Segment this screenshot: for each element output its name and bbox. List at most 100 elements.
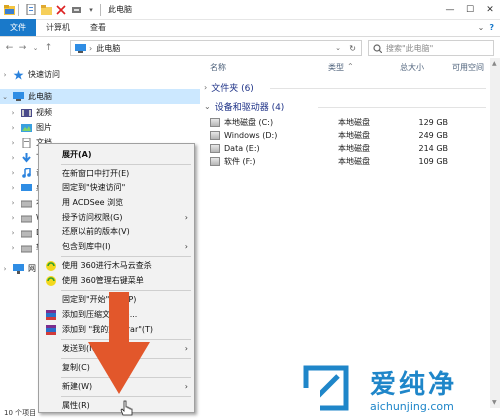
video-folder-icon xyxy=(21,108,32,117)
submenu-arrow-icon: › xyxy=(184,344,188,353)
computer-icon xyxy=(75,43,86,53)
ribbon-right-controls: ⌄ ? xyxy=(478,23,494,32)
menu-item-expand[interactable]: 展开(A) xyxy=(39,147,194,162)
chevron-down-icon[interactable]: ⌄ xyxy=(0,93,10,101)
tab-view[interactable]: 查看 xyxy=(80,19,116,36)
navigation-bar: ← → ⌄ ↑ › 此电脑 ⌄ ↻ 搜索"此电脑" xyxy=(0,38,500,58)
drive-type: 本地磁盘 xyxy=(338,143,370,153)
nav-item-quick-access[interactable]: › 快速访问 xyxy=(0,67,200,82)
drive-total: 249 GB xyxy=(418,130,449,140)
menu-item-properties[interactable]: 属性(R) xyxy=(39,398,194,413)
title-bar: ▾ 此电脑 — ☐ ✕ xyxy=(0,0,500,20)
search-icon xyxy=(373,43,382,53)
menu-item-360-manage[interactable]: 使用 360管理右键菜单 xyxy=(39,273,194,288)
drive-name: 软件 (F:) xyxy=(224,156,256,166)
watermark-url: aichunjing.com xyxy=(370,400,454,413)
menu-item-acdsee[interactable]: 用 ACDSee 浏览 xyxy=(39,195,194,210)
vertical-scrollbar[interactable]: ▲ ▼ xyxy=(490,58,500,408)
chevron-right-icon[interactable]: › xyxy=(8,229,18,237)
nav-item-this-pc[interactable]: ⌄ 此电脑 xyxy=(0,89,200,104)
scroll-up-icon[interactable]: ▲ xyxy=(492,60,497,67)
drive-type: 本地磁盘 xyxy=(338,117,370,127)
chevron-right-icon[interactable]: › xyxy=(8,214,18,222)
nav-label: 此电脑 xyxy=(28,92,52,101)
column-header-free[interactable]: 可用空间 xyxy=(452,62,484,76)
tab-file[interactable]: 文件 xyxy=(0,19,36,36)
menu-separator xyxy=(61,290,191,291)
nav-label: 快速访问 xyxy=(28,70,60,79)
eject-icon[interactable] xyxy=(70,4,82,16)
column-header-type[interactable]: 类型 xyxy=(328,62,344,76)
menu-item-include-library[interactable]: 包含到库中(I) › xyxy=(39,239,194,254)
menu-item-restore-versions[interactable]: 还原以前的版本(V) xyxy=(39,224,194,239)
qa-separator xyxy=(18,3,19,16)
chevron-right-icon[interactable]: › xyxy=(8,169,18,177)
nav-item-pictures[interactable]: › 图片 xyxy=(0,120,200,135)
menu-item-open-new-window[interactable]: 在新窗口中打开(E) xyxy=(39,166,194,181)
forward-icon[interactable]: → xyxy=(16,41,29,55)
drive-icon xyxy=(21,245,32,252)
chevron-right-icon[interactable]: › xyxy=(8,199,18,207)
address-dropdown-icon[interactable]: ⌄ xyxy=(335,44,341,52)
submenu-arrow-icon: › xyxy=(184,213,188,222)
column-header-total[interactable]: 总大小 xyxy=(400,62,424,76)
hand-cursor-icon xyxy=(120,400,133,416)
recent-locations-icon[interactable]: ⌄ xyxy=(29,41,42,55)
list-item[interactable]: 本地磁盘 (C:) 本地磁盘 129 GB xyxy=(200,116,490,128)
list-item[interactable]: Windows (D:) 本地磁盘 249 GB xyxy=(200,129,490,141)
sort-up-icon: ⌃ xyxy=(347,62,354,71)
chevron-right-icon[interactable]: › xyxy=(8,244,18,252)
delete-icon[interactable] xyxy=(55,4,67,16)
drive-icon xyxy=(210,156,220,166)
drive-name: Windows (D:) xyxy=(224,130,278,140)
chevron-right-icon[interactable]: › xyxy=(8,184,18,192)
chevron-right-icon[interactable]: › xyxy=(8,139,18,147)
minimize-button[interactable]: — xyxy=(440,0,460,20)
column-header-name[interactable]: 名称 xyxy=(210,62,226,76)
drive-icon xyxy=(21,200,32,207)
drive-name: Data (E:) xyxy=(224,143,260,153)
help-icon[interactable]: ? xyxy=(489,23,494,32)
360-icon xyxy=(46,276,56,286)
chevron-right-icon[interactable]: › xyxy=(0,71,10,79)
drive-icon xyxy=(21,215,32,222)
customize-qa-icon[interactable]: ▾ xyxy=(85,4,97,16)
section-folders[interactable]: › 文件夹 (6) xyxy=(204,80,254,94)
menu-item-label: 授予访问权限(G) xyxy=(62,213,123,222)
back-icon[interactable]: ← xyxy=(3,41,16,55)
chevron-right-icon[interactable]: › xyxy=(8,124,18,132)
breadcrumb-chevron-icon: › xyxy=(89,43,93,53)
tab-computer[interactable]: 计算机 xyxy=(36,19,80,36)
address-bar[interactable]: › 此电脑 ⌄ ↻ xyxy=(70,40,362,56)
properties-icon[interactable] xyxy=(25,4,37,16)
breadcrumb-current[interactable]: 此电脑 xyxy=(96,43,120,54)
search-input[interactable]: 搜索"此电脑" xyxy=(368,40,494,56)
menu-item-label: 还原以前的版本(V) xyxy=(62,227,130,236)
close-button[interactable]: ✕ xyxy=(480,0,500,20)
chevron-right-icon: › xyxy=(204,82,208,92)
drive-total: 214 GB xyxy=(418,143,449,153)
nav-label: 网 xyxy=(28,264,36,273)
menu-item-pin-quick-access[interactable]: 固定到"快速访问" xyxy=(39,180,194,195)
menu-item-360-scan[interactable]: 使用 360进行木马云查杀 xyxy=(39,258,194,273)
submenu-arrow-icon: › xyxy=(184,382,188,391)
chevron-down-icon: ⌄ xyxy=(204,101,211,111)
maximize-button[interactable]: ☐ xyxy=(460,0,480,20)
ribbon-tabs: 文件 计算机 查看 ⌄ ? xyxy=(0,19,500,37)
drive-type: 本地磁盘 xyxy=(338,130,370,140)
list-item[interactable]: 软件 (F:) 本地磁盘 109 GB xyxy=(200,155,490,167)
nav-item-videos[interactable]: › 视频 xyxy=(0,105,200,120)
chevron-right-icon[interactable]: › xyxy=(8,154,18,162)
chevron-right-icon[interactable]: › xyxy=(0,265,10,273)
chevron-right-icon[interactable]: › xyxy=(8,109,18,117)
section-devices[interactable]: ⌄ 设备和驱动器 (4) xyxy=(204,99,284,113)
expand-ribbon-icon[interactable]: ⌄ xyxy=(478,23,485,32)
refresh-icon[interactable]: ↻ xyxy=(349,44,356,53)
list-item[interactable]: Data (E:) 本地磁盘 214 GB xyxy=(200,142,490,154)
arrow-down-icon xyxy=(88,292,150,394)
watermark-brand: 爱纯净 xyxy=(370,370,458,400)
new-folder-icon[interactable] xyxy=(40,4,52,16)
menu-item-grant-access[interactable]: 授予访问权限(G) › xyxy=(39,210,194,225)
drive-type: 本地磁盘 xyxy=(338,156,370,166)
up-icon[interactable]: ↑ xyxy=(42,41,55,55)
